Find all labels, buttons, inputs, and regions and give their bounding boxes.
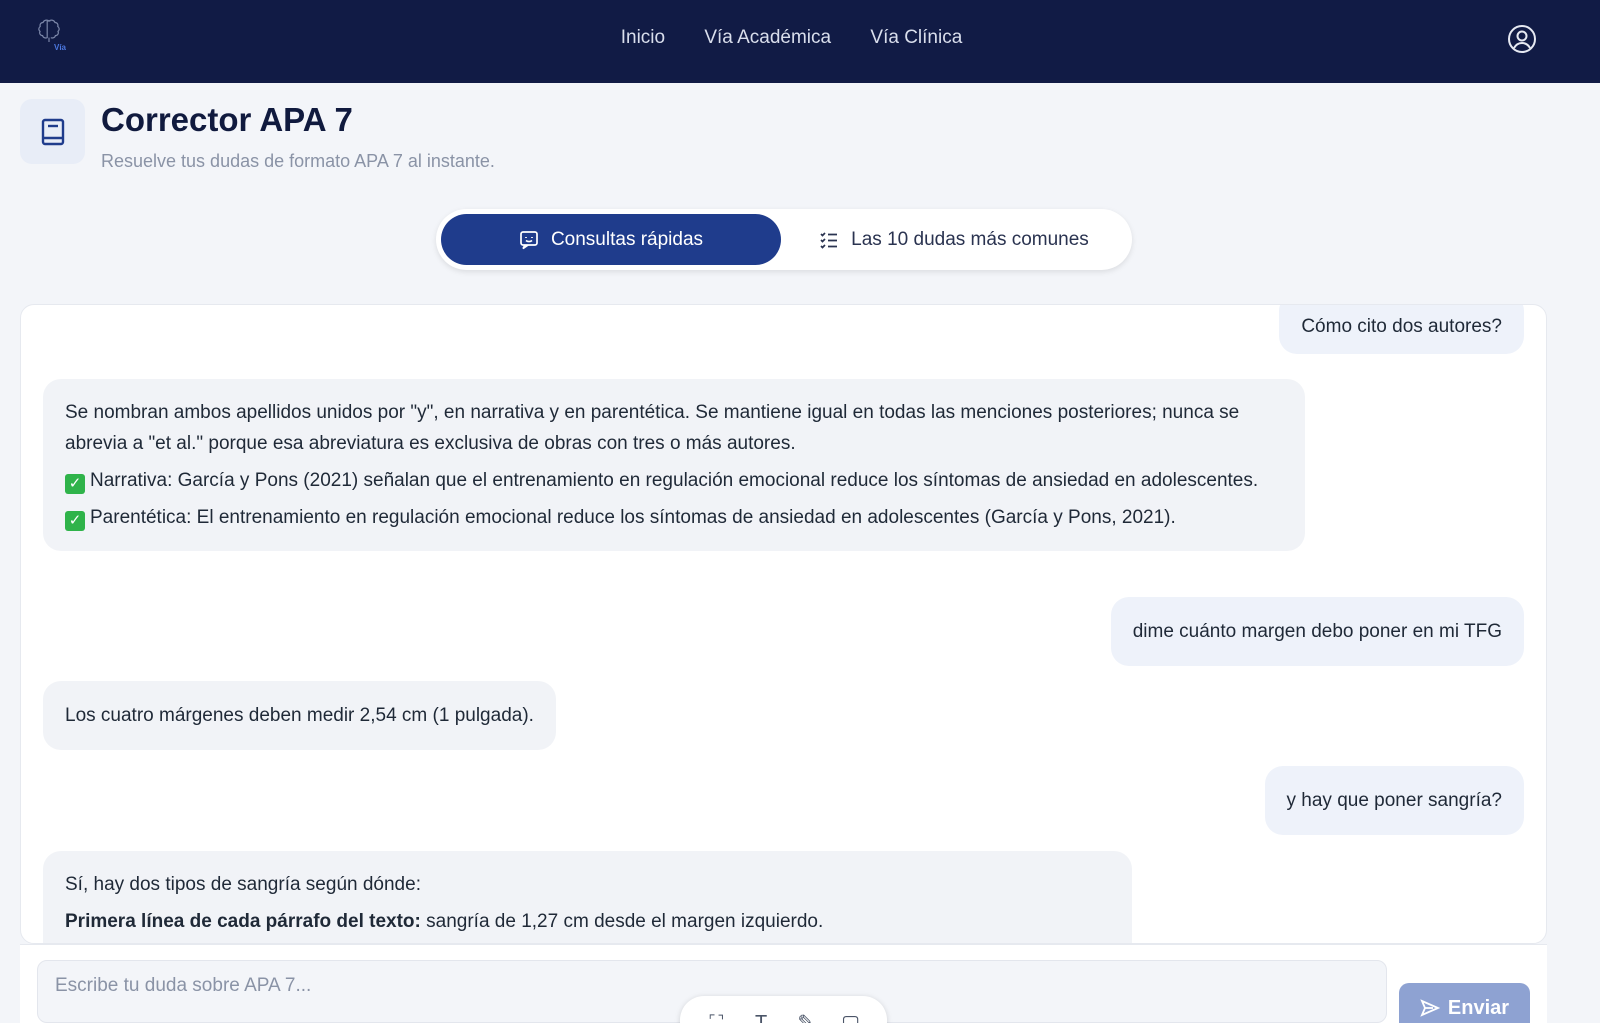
user-message-text: Cómo cito dos autores? [1301, 316, 1502, 337]
mode-tabs: Consultas rápidas Las 10 dudas más comun… [436, 209, 1132, 270]
top-navbar: Vía Inicio Vía Académica Vía Clínica [0, 0, 1600, 83]
text-icon[interactable]: T [750, 1012, 772, 1023]
bot-message: Los cuatro márgenes deben medir 2,54 cm … [43, 681, 556, 750]
user-message-text: y hay que poner sangría? [1286, 790, 1503, 811]
bot-message-example: ✓ Narrativa: García y Pons (2021) señalan… [65, 465, 1283, 496]
user-message: y hay que poner sangría? [1264, 766, 1524, 835]
tab-consultas-rapidas[interactable]: Consultas rápidas [441, 214, 781, 265]
example-parenthetical-text: Parentética: El entrenamiento en regulac… [90, 507, 1176, 528]
tab-dudas-comunes[interactable]: Las 10 dudas más comunes [781, 214, 1127, 265]
book-icon [41, 118, 64, 145]
bot-message-text: Sí, hay dos tipos de sangría según dónde… [65, 874, 421, 895]
check-icon: ✓ [65, 511, 85, 531]
bot-message-example: ✓ Parentética: El entrenamiento en regula… [65, 502, 1283, 533]
send-button[interactable]: Enviar [1399, 983, 1530, 1023]
pen-icon[interactable]: ✎ [795, 1012, 817, 1023]
nav-link-via-clinica[interactable]: Vía Clínica [870, 27, 962, 49]
main-nav: Inicio Vía Académica Vía Clínica [0, 27, 1600, 49]
checklist-icon [820, 231, 838, 249]
user-account-icon[interactable] [1507, 24, 1537, 54]
chat-icon [520, 230, 538, 249]
bot-message-text: Primera línea de cada párrafo del texto:… [65, 906, 1110, 937]
bot-message-bold: Primera línea de cada párrafo del texto: [65, 911, 421, 932]
nav-link-via-academica[interactable]: Vía Académica [704, 27, 831, 49]
user-message: Cómo cito dos autores? [1279, 305, 1524, 354]
bot-message-rest: sangría de 1,27 cm desde el margen izqui… [420, 911, 824, 932]
bot-message: Sí, hay dos tipos de sangría según dónde… [43, 851, 1132, 943]
bot-message-text: Los cuatro márgenes deben medir 2,54 cm … [65, 705, 534, 726]
tab-dudas-comunes-label: Las 10 dudas más comunes [851, 228, 1089, 250]
book-icon-tile [20, 99, 85, 164]
bot-message: Se nombran ambos apellidos unidos por "y… [43, 379, 1305, 551]
check-icon: ✓ [65, 474, 85, 494]
tab-consultas-rapidas-label: Consultas rápidas [550, 228, 704, 250]
bot-message-text: Se nombran ambos apellidos unidos por "y… [65, 402, 1240, 454]
example-narrative-text: Narrativa: García y Pons (2021) señalan … [90, 470, 1259, 491]
nav-link-inicio[interactable]: Inicio [621, 27, 665, 49]
screenshot-icon[interactable]: ⛶ [705, 1012, 727, 1023]
chat-panel[interactable]: Cómo cito dos autores? Se nombran ambos … [20, 304, 1547, 944]
user-message: dime cuánto margen debo poner en mi TFG [1110, 597, 1524, 666]
send-icon [1420, 999, 1440, 1017]
user-message-text: dime cuánto margen debo poner en mi TFG [1132, 621, 1502, 642]
page-subtitle: Resuelve tus dudas de formato APA 7 al i… [101, 151, 495, 171]
floating-toolbar: ⛶ T ✎ ▢ [680, 996, 887, 1023]
page-title: Corrector APA 7 [101, 101, 353, 138]
send-button-label: Enviar [1447, 996, 1510, 1019]
comment-icon[interactable]: ▢ [840, 1012, 862, 1023]
